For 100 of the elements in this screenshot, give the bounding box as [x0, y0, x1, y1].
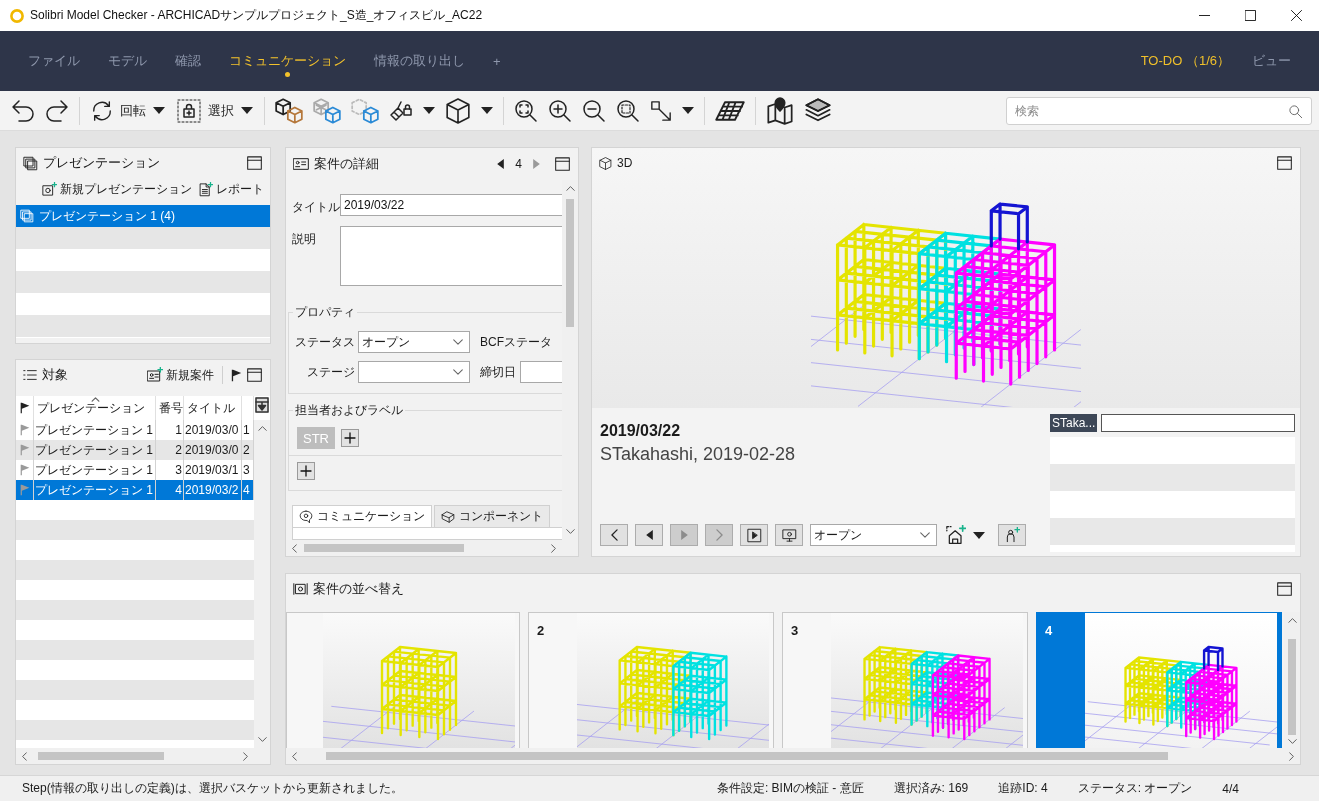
- person-plus-icon: [1004, 527, 1020, 543]
- issue-card[interactable]: 4: [1036, 612, 1282, 748]
- close-icon[interactable]: [1290, 10, 1302, 21]
- menu-tab[interactable]: 確認: [175, 43, 201, 79]
- column-chooser-icon[interactable]: [255, 397, 269, 413]
- status-item: 選択済み: 169: [893, 780, 969, 797]
- card-number: 4: [1045, 623, 1053, 638]
- stacked-squares-icon: [20, 209, 34, 223]
- zoom-in-icon[interactable]: [548, 98, 572, 123]
- panel-title: 対象: [42, 366, 69, 384]
- card-number: 2: [537, 623, 545, 638]
- report-button[interactable]: レポート: [198, 180, 264, 198]
- zoom-fit-icon[interactable]: [514, 98, 538, 123]
- grid-plane-icon[interactable]: [715, 100, 745, 121]
- flag-icon: [19, 484, 30, 496]
- maximize-icon[interactable]: [1244, 10, 1256, 21]
- author-chip: STaka...: [1050, 414, 1098, 432]
- menu-tab[interactable]: ビュー: [1252, 52, 1291, 70]
- field-label: ステージ: [306, 363, 356, 381]
- menu-tab[interactable]: コミュニケーション: [229, 43, 346, 79]
- window-icon[interactable]: [555, 157, 570, 171]
- search-icon[interactable]: [1288, 103, 1303, 119]
- group-label: プロパティ: [294, 304, 356, 321]
- chevron-up-icon: [565, 186, 575, 191]
- window-icon[interactable]: [247, 368, 262, 382]
- zoom-out-icon[interactable]: [582, 98, 606, 123]
- rotate-icon: [91, 99, 113, 122]
- caret-icon[interactable]: [682, 107, 694, 114]
- issue-card[interactable]: 3: [782, 612, 1028, 748]
- description-field[interactable]: [340, 226, 562, 286]
- deadline-field[interactable]: [520, 361, 562, 383]
- cubes-icon[interactable]: [275, 96, 303, 125]
- rotate-button[interactable]: 回転: [91, 99, 165, 122]
- status-dropdown[interactable]: オープン: [810, 524, 937, 546]
- tab[interactable]: コンポーネント: [434, 505, 550, 527]
- add-person-button[interactable]: [998, 524, 1026, 546]
- scrollbar-thumb[interactable]: [326, 752, 1168, 760]
- chevron-down-icon: [1287, 739, 1297, 744]
- house-plus-icon[interactable]: [946, 525, 966, 545]
- issue-card[interactable]: 2: [528, 612, 774, 748]
- caret-icon[interactable]: [423, 107, 435, 114]
- ring-icon: [10, 8, 24, 23]
- add-tab-button[interactable]: +: [493, 43, 501, 79]
- table-cell: 4: [156, 480, 184, 500]
- speech-bubble-icon: [299, 509, 313, 524]
- window-icon[interactable]: [1277, 156, 1292, 170]
- caret-icon[interactable]: [973, 531, 985, 539]
- list-icon: [23, 370, 37, 380]
- pointer-box-icon[interactable]: [650, 99, 672, 122]
- comment-field[interactable]: [1101, 414, 1295, 432]
- chevron-left-icon: [292, 751, 297, 761]
- document-plus-icon: [198, 181, 213, 197]
- scrollbar-thumb[interactable]: [1288, 639, 1296, 735]
- zoom-box-icon[interactable]: [616, 98, 640, 123]
- menu-tab[interactable]: ファイル: [28, 43, 80, 79]
- status-dropdown[interactable]: オープン: [358, 331, 470, 353]
- nav-button[interactable]: [635, 524, 663, 546]
- undo-icon[interactable]: [11, 98, 35, 123]
- cube-icon: [599, 156, 612, 170]
- add-button[interactable]: [341, 429, 359, 447]
- flag-icon: [19, 464, 30, 476]
- chevron-down-icon: [453, 369, 463, 375]
- new-presentation-button[interactable]: 新規プレゼンテーション: [42, 180, 192, 198]
- redo-icon[interactable]: [45, 98, 69, 123]
- triangle-left-icon[interactable]: [497, 159, 505, 169]
- image-plus-icon: [42, 181, 57, 197]
- menu-tab[interactable]: モデル: [108, 43, 147, 79]
- scrollbar-thumb[interactable]: [566, 199, 574, 327]
- window-icon[interactable]: [1277, 582, 1292, 596]
- panel-title: 案件の並べ替え: [313, 580, 405, 598]
- chevron-right-icon: [715, 529, 723, 541]
- status-item: ステータス: オープン: [1077, 780, 1193, 797]
- table-row[interactable]: プレゼンテーション 1 4 2019/03/2 4: [16, 480, 254, 500]
- title-field[interactable]: 2019/03/22: [340, 194, 562, 216]
- flag-icon: [19, 444, 30, 456]
- chevron-down-icon: [257, 737, 267, 742]
- brush-lock-icon[interactable]: [389, 98, 413, 123]
- tab[interactable]: コミュニケーション: [292, 505, 432, 527]
- scrollbar-thumb[interactable]: [38, 752, 164, 760]
- chevron-left-icon: [22, 751, 27, 761]
- presentation-button[interactable]: [775, 524, 803, 546]
- select-button[interactable]: 選択: [177, 98, 253, 123]
- menu-tab[interactable]: TO-DO （1/6）: [1140, 52, 1230, 70]
- scrollbar-thumb[interactable]: [304, 544, 464, 552]
- play-button[interactable]: [740, 524, 768, 546]
- play-icon: [746, 527, 762, 543]
- menu-tab[interactable]: 情報の取り出し: [374, 43, 465, 79]
- caret-icon[interactable]: [481, 107, 493, 114]
- minimize-icon[interactable]: [1198, 15, 1210, 16]
- search-field[interactable]: 検索: [1006, 96, 1312, 125]
- map-pin-icon[interactable]: [766, 96, 794, 125]
- chevron-down-icon: [920, 532, 930, 538]
- new-issue-button[interactable]: 新規案件: [147, 366, 214, 384]
- flag-icon[interactable]: [231, 368, 242, 382]
- panel-title: プレゼンテーション: [43, 154, 161, 172]
- presentation-item[interactable]: プレゼンテーション 1 (4): [16, 205, 270, 227]
- window-icon[interactable]: [247, 156, 262, 170]
- box-icon: [441, 509, 455, 524]
- add-button[interactable]: [297, 462, 315, 480]
- cube-icon[interactable]: [445, 97, 471, 124]
